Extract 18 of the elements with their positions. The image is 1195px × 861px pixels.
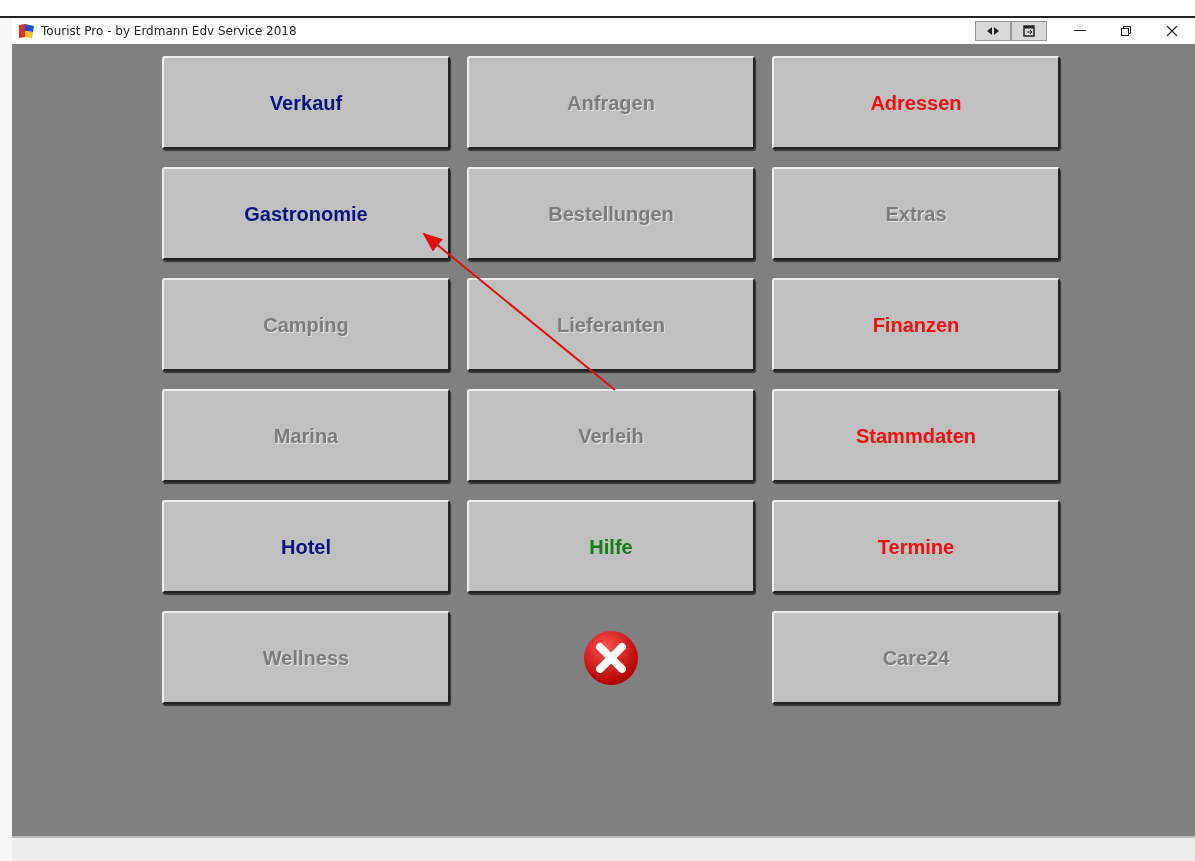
- exit-icon: [1023, 25, 1035, 37]
- minimize-icon: [1074, 30, 1086, 32]
- menu-button[interactable]: Hotel: [162, 500, 450, 593]
- menu-button[interactable]: Finanzen: [772, 278, 1060, 371]
- window-title: Tourist Pro - by Erdmann Edv Service 2018: [41, 23, 297, 40]
- menu-button[interactable]: Stammdaten: [772, 389, 1060, 482]
- menu-button[interactable]: Hilfe: [467, 500, 755, 593]
- double-arrow-icon: [987, 27, 999, 35]
- exit-button[interactable]: [1011, 21, 1047, 41]
- menu-button[interactable]: Gastronomie: [162, 167, 450, 260]
- resize-button[interactable]: [975, 21, 1011, 41]
- menu-button[interactable]: Verkauf: [162, 56, 450, 149]
- close-icon[interactable]: [583, 629, 639, 686]
- menu-button[interactable]: Termine: [772, 500, 1060, 593]
- menu-button[interactable]: Adressen: [772, 56, 1060, 149]
- app-logo-icon: [18, 23, 35, 39]
- restore-icon: [1120, 25, 1132, 37]
- close-icon: [1166, 25, 1178, 37]
